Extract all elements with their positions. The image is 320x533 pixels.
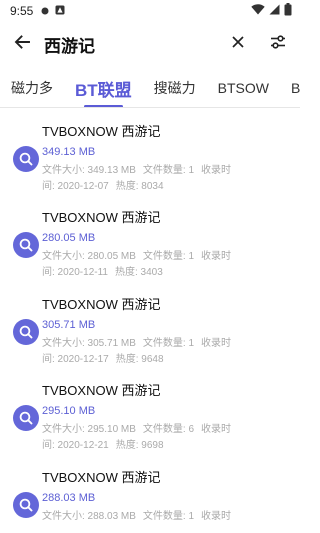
status-bar: 9:55 [0,0,300,22]
list-item[interactable]: TVBOXNOW 西游记 305.71 MB 文件大小: 305.71 MB 文件… [0,281,300,367]
recorded-label: 收录时 [201,251,232,263]
file-size: 文件大小: 349.13 MB [42,165,136,176]
result-meta-2: 间: 2020-12-21 热度: 9698 [42,438,292,454]
tab-soucili[interactable]: 搜磁力 [143,68,207,108]
back-button[interactable] [0,22,44,66]
search-input[interactable]: 西游记 [44,32,220,57]
file-size: 文件大小: 288.03 MB [42,510,136,522]
file-size: 文件大小: 295.10 MB [42,424,136,436]
tab-bt-lianmeng[interactable]: BT联盟 [64,68,143,108]
result-meta: 文件大小: 295.10 MB 文件数量: 6 收录时 [42,422,292,438]
recorded-date: 间: 2020-12-21 [42,440,109,452]
wifi-icon [251,4,265,18]
heat: 热度: 8034 [115,181,164,192]
app-notification-icon [55,4,65,18]
result-size: 295.10 MB [42,405,96,418]
recorded-label: 收录时 [201,510,232,522]
clear-search-button[interactable] [220,22,256,66]
heat: 热度: 9698 [115,440,164,452]
result-title: TVBOXNOW 西游记 [42,296,161,312]
magnet-search-icon [13,146,39,172]
list-item[interactable]: TVBOXNOW 西游记 288.03 MB 文件大小: 288.03 MB 文件… [0,454,300,533]
signal-icon [269,4,280,18]
tab-more[interactable]: B [280,68,300,108]
result-size: 280.05 MB [42,232,96,245]
file-size: 文件大小: 280.05 MB [42,251,136,263]
magnet-search-icon [13,491,39,518]
result-title: TVBOXNOW 西游记 [42,383,161,399]
result-title: TVBOXNOW 西游记 [42,210,161,226]
heat: 热度: 9648 [115,353,164,365]
result-meta: 文件大小: 305.71 MB 文件数量: 1 收录时 [42,336,292,352]
result-size: 349.13 MB [42,146,96,158]
result-meta-2: 间: 2020-12-07 热度: 8034 [42,179,292,195]
result-title: TVBOXNOW 西游记 [42,469,161,485]
close-icon [232,35,244,53]
notification-dot-icon [41,4,49,18]
filter-button[interactable] [256,22,300,66]
result-meta: 文件大小: 288.03 MB 文件数量: 1 收录时 [42,509,292,525]
magnet-search-icon [13,405,39,432]
recorded-date: 间: 2020-12-07 [42,181,109,192]
magnet-search-icon [13,232,39,259]
result-meta-2: 间: 2020-12-11 热度: 3403 [42,265,292,281]
recorded-label: 收录时 [201,337,232,349]
tab-btsow[interactable]: BTSOW [207,68,280,108]
recorded-label: 收录时 [201,424,232,436]
heat: 热度: 3403 [114,267,163,279]
source-tabs: 磁力多 BT联盟 搜磁力 BTSOW B [0,66,300,108]
search-bar: 西游记 [0,22,300,66]
recorded-date: 间: 2020-12-17 [42,353,109,365]
battery-icon [284,3,292,19]
magnet-search-icon [13,318,39,345]
arrow-back-icon [14,34,30,55]
recorded-date: 间: 2020-12-11 [42,267,108,279]
tab-cililiduo[interactable]: 磁力多 [0,68,64,108]
file-count: 文件数量: 1 [142,165,195,176]
results-list: TVBOXNOW 西游记 349.13 MB 文件大小: 349.13 MB 文件… [0,108,300,533]
status-time: 9:55 [10,4,34,18]
sliders-icon [270,34,286,54]
file-count: 文件数量: 1 [142,251,195,263]
result-size: 305.71 MB [42,318,96,331]
result-meta: 文件大小: 349.13 MB 文件数量: 1 收录时 [42,163,292,179]
file-count: 文件数量: 6 [142,424,195,436]
result-size: 288.03 MB [42,491,96,504]
file-size: 文件大小: 305.71 MB [42,337,136,349]
result-title: TVBOXNOW 西游记 [42,124,161,139]
list-item[interactable]: TVBOXNOW 西游记 295.10 MB 文件大小: 295.10 MB 文件… [0,367,300,453]
list-item[interactable]: TVBOXNOW 西游记 280.05 MB 文件大小: 280.05 MB 文件… [0,194,300,280]
list-item[interactable]: TVBOXNOW 西游记 349.13 MB 文件大小: 349.13 MB 文件… [0,108,300,194]
result-meta: 文件大小: 280.05 MB 文件数量: 1 收录时 [42,249,292,265]
file-count: 文件数量: 1 [142,510,195,522]
file-count: 文件数量: 1 [142,337,195,349]
recorded-label: 收录时 [201,165,232,176]
result-meta-2: 间: 2020-12-17 热度: 9648 [42,352,292,368]
